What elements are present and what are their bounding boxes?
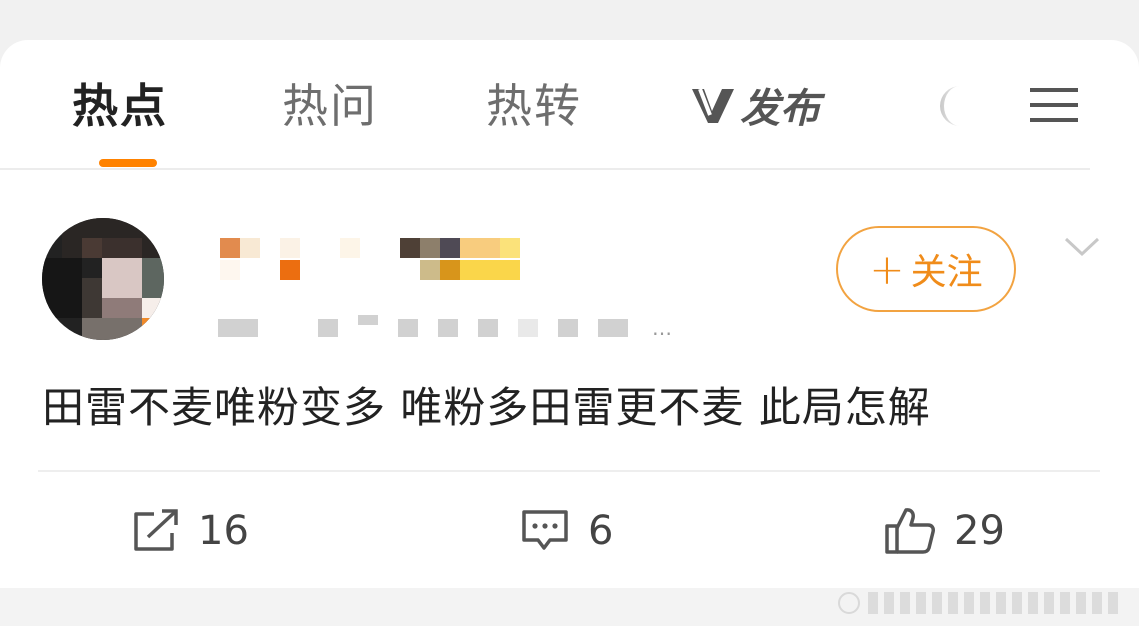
share-icon xyxy=(134,509,178,551)
content-divider xyxy=(38,470,1100,472)
plus-icon: + xyxy=(869,244,905,294)
like-button[interactable]: 29 xyxy=(884,506,1005,556)
avatar[interactable] xyxy=(42,218,164,340)
brand-text: 发布 xyxy=(740,86,820,132)
active-tab-indicator xyxy=(99,159,157,167)
repost-button[interactable]: 16 xyxy=(132,506,249,556)
repost-count: 16 xyxy=(198,508,249,554)
publish-brand-button[interactable]: 发布 xyxy=(690,80,820,132)
post-card: 热点 热问 热转 发布 … + 关注 田雷不麦唯粉变多 唯粉多田雷更不麦 此局怎… xyxy=(0,40,1139,588)
chevron-down-icon[interactable] xyxy=(1064,236,1100,258)
watermark xyxy=(838,590,1124,616)
moon-icon[interactable] xyxy=(936,84,972,128)
thumbs-up-icon xyxy=(885,508,935,554)
comment-count: 6 xyxy=(588,508,614,554)
follow-label: 关注 xyxy=(910,252,983,293)
meta-tail: … xyxy=(652,316,672,340)
comment-button[interactable]: 6 xyxy=(520,506,613,556)
tab-hot[interactable]: 热点 xyxy=(72,78,168,134)
like-count: 29 xyxy=(954,508,1005,554)
top-tab-bar: 热点 热问 热转 发布 xyxy=(0,40,1139,170)
v-logo-icon xyxy=(692,88,734,123)
tab-hot-questions[interactable]: 热问 xyxy=(282,78,378,134)
post-text: 田雷不麦唯粉变多 唯粉多田雷更不麦 此局怎解 xyxy=(42,383,931,432)
tab-divider xyxy=(0,168,1090,170)
username[interactable] xyxy=(216,238,536,282)
comment-icon xyxy=(522,510,568,550)
post-meta: … xyxy=(218,315,672,340)
follow-button[interactable]: + 关注 xyxy=(836,226,1016,312)
tab-hot-reposts[interactable]: 热转 xyxy=(486,78,582,134)
menu-icon[interactable] xyxy=(1030,86,1078,124)
